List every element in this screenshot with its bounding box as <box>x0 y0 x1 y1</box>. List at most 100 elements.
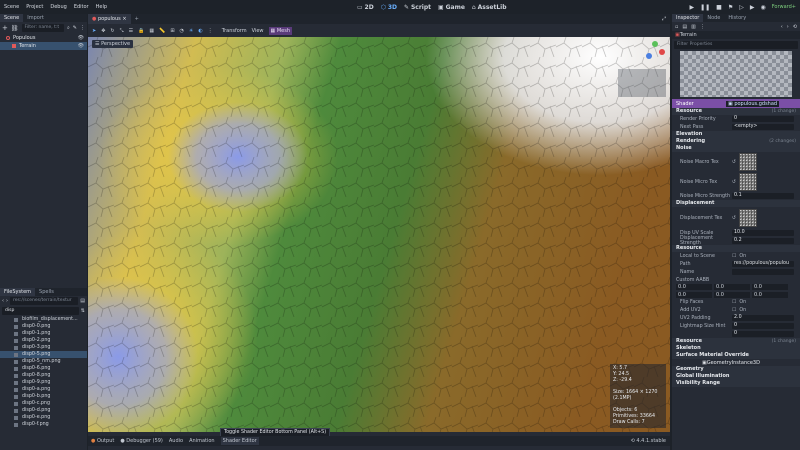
group-icon[interactable]: ▦ <box>149 28 154 34</box>
view-menu[interactable]: View <box>252 28 264 34</box>
file-item[interactable]: disp0-b.png <box>0 393 87 400</box>
add-node-icon[interactable]: + <box>2 24 8 32</box>
uv2-padding-input[interactable]: 2.0 <box>732 315 794 321</box>
revert-icon[interactable]: ↺ <box>732 160 736 165</box>
filter-properties-input[interactable]: Filter Properties <box>674 41 798 49</box>
more-icon[interactable]: ⋮ <box>208 28 213 34</box>
section-noise[interactable]: Noise <box>672 145 800 152</box>
load-icon[interactable]: ▤ <box>682 24 687 30</box>
close-icon[interactable]: × <box>122 16 126 22</box>
displacement-preview[interactable] <box>739 209 758 227</box>
play-icon[interactable]: ▶ <box>689 4 694 11</box>
section-global-illumination[interactable]: Global Illumination <box>672 373 800 380</box>
section-resource[interactable]: Resource (1 change) <box>672 108 800 115</box>
displacement-strength-input[interactable]: 0.2 <box>732 238 794 244</box>
aabb-x[interactable]: 0.0 <box>676 284 712 290</box>
workspace-game[interactable]: ▣ Game <box>438 4 465 11</box>
mesh-menu[interactable]: ▦ Mesh <box>268 26 292 35</box>
x-axis-icon[interactable] <box>659 49 665 55</box>
more-icon[interactable]: ⋮ <box>700 24 705 30</box>
fullscreen-icon[interactable]: ⤢ <box>662 16 666 22</box>
menu-debug[interactable]: Debug <box>50 4 66 10</box>
move-tool-icon[interactable]: ✥ <box>101 28 105 34</box>
menu-scene[interactable]: Scene <box>4 4 19 10</box>
save-icon[interactable]: ▥ <box>691 24 696 30</box>
file-item[interactable]: disp0-5_nm.png <box>0 358 87 365</box>
section-rendering[interactable]: Rendering (2 changes) <box>672 138 800 145</box>
z-axis-icon[interactable] <box>646 53 652 59</box>
forward-icon[interactable]: › <box>6 298 8 304</box>
file-item[interactable]: disp0-2.png <box>0 337 87 344</box>
lightmap-x-input[interactable]: 0 <box>732 323 794 329</box>
checkbox-icon[interactable]: ☐ <box>732 254 736 259</box>
lock-icon[interactable]: 🔒 <box>138 28 144 34</box>
visibility-icon[interactable]: 👁 <box>78 34 84 42</box>
section-resource-3[interactable]: Resource (1 change) <box>672 338 800 345</box>
noise-micro-strength-input[interactable]: 0.1 <box>732 193 794 199</box>
tab-import[interactable]: Import <box>23 14 48 22</box>
section-elevation[interactable]: Elevation <box>672 131 800 138</box>
scene-filter-input[interactable]: Filter: name, t:t <box>21 24 64 32</box>
stop-icon[interactable]: ■ <box>716 4 722 11</box>
forward-icon[interactable]: › <box>787 24 789 30</box>
section-resource-2[interactable]: Resource <box>672 245 800 252</box>
play-scene-icon[interactable]: ▷ <box>739 4 744 11</box>
section-displacement[interactable]: Displacement <box>672 200 800 207</box>
aabb-y[interactable]: 0.0 <box>714 284 750 290</box>
revert-icon[interactable]: ↺ <box>732 216 736 221</box>
section-surface-material-override[interactable]: Surface Material Override <box>672 352 800 359</box>
renderer-select[interactable]: Forward+ <box>772 4 796 10</box>
tab-debugger[interactable]: ● Debugger (59) <box>120 438 163 444</box>
visibility-icon[interactable]: 👁 <box>78 42 84 50</box>
rotate-tool-icon[interactable]: ↻ <box>110 28 114 34</box>
revert-icon[interactable]: ↺ <box>732 180 736 185</box>
view-gizmo[interactable] <box>644 41 666 63</box>
file-item[interactable]: disp0-f.png <box>0 421 87 428</box>
aabb-z[interactable]: 0.0 <box>752 284 788 290</box>
section-geometry[interactable]: Geometry <box>672 366 800 373</box>
menu-help[interactable]: Help <box>96 4 107 10</box>
file-item[interactable]: disp0-6.png <box>0 365 87 372</box>
history-icon[interactable]: ⟲ <box>793 24 797 30</box>
shader-property[interactable]: Shader ▣ populous.gdshad <box>672 99 800 108</box>
y-axis-icon[interactable] <box>652 41 658 47</box>
tab-filesystem[interactable]: FileSystem <box>0 288 36 296</box>
file-item[interactable]: disp0-c.png <box>0 400 87 407</box>
menu-editor[interactable]: Editor <box>74 4 89 10</box>
workspace-2d[interactable]: ▭ 2D <box>357 4 374 11</box>
file-item[interactable]: disp0-a.png <box>0 386 87 393</box>
play-custom-icon[interactable]: ▶ <box>750 4 755 11</box>
file-item[interactable]: disp0-d.png <box>0 407 87 414</box>
sun-icon[interactable]: ☀ <box>189 28 193 34</box>
new-resource-icon[interactable]: ▫ <box>675 24 678 30</box>
tab-spells[interactable]: Spells <box>35 288 58 296</box>
tab-inspector[interactable]: Inspector <box>672 14 704 22</box>
file-item[interactable]: disp0-9.png <box>0 379 87 386</box>
tab-node[interactable]: Node <box>703 14 724 22</box>
transform-menu[interactable]: Transform <box>222 28 247 34</box>
menu-project[interactable]: Project <box>26 4 43 10</box>
script-icon[interactable]: ✎ <box>73 25 77 31</box>
file-item[interactable]: disp0-e.png <box>0 414 87 421</box>
snap-icon[interactable]: ⊞ <box>170 28 174 34</box>
select-tool-icon[interactable]: ➤ <box>92 28 96 34</box>
environment-icon[interactable]: ◐ <box>198 28 202 34</box>
disp-uv-scale-input[interactable]: 10.0 <box>732 230 794 236</box>
next-pass-picker[interactable]: <empty> <box>732 124 794 130</box>
fs-search-input[interactable]: disp <box>2 307 79 315</box>
pause-icon[interactable]: ❚❚ <box>700 4 710 11</box>
ruler-icon[interactable]: 📏 <box>159 28 165 34</box>
checkbox-icon[interactable]: ☐ <box>732 300 736 305</box>
file-item[interactable]: disp0-8.png <box>0 372 87 379</box>
workspace-3d[interactable]: ⬡ 3D <box>381 4 397 11</box>
tab-audio[interactable]: Audio <box>169 438 183 444</box>
scale-tool-icon[interactable]: ⤡ <box>120 28 124 34</box>
checkbox-icon[interactable]: ☐ <box>732 308 736 313</box>
file-item[interactable]: disp0-0.png <box>0 323 87 330</box>
name-input[interactable] <box>732 269 794 275</box>
movie-icon[interactable]: ◉ <box>760 4 765 11</box>
tab-populous[interactable]: ● populous × <box>88 14 131 24</box>
noise-micro-preview[interactable] <box>739 173 758 191</box>
workspace-assetlib[interactable]: ⌂ AssetLib <box>472 4 507 11</box>
fs-path-input[interactable]: res://scenes/terrain/textur <box>10 297 79 305</box>
